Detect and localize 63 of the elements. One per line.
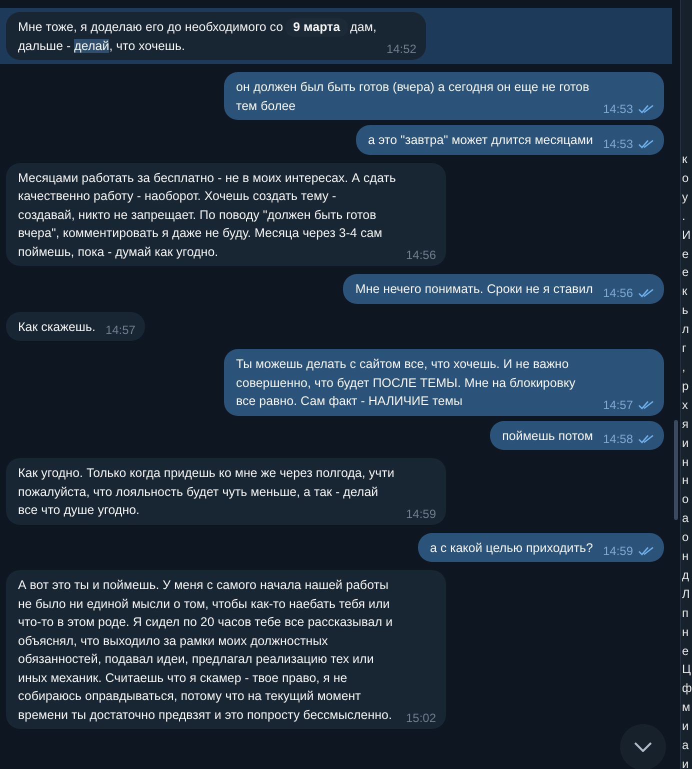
side-panel-text: ь xyxy=(681,302,690,320)
side-panel-text: и xyxy=(681,756,690,769)
side-panel-text: а xyxy=(681,510,690,528)
side-panel-text: р xyxy=(681,378,690,395)
side-panel-text: у xyxy=(681,188,689,206)
selected-message-row[interactable]: Мне тоже, я доделаю его до необходимого со 9 марта дам, дальше - делай, что хочешь. 14:52 xyxy=(0,8,672,64)
message-text: Ты можешь делать с сайтом все, что хочешь. И не важно совершенно, что будет ПОСЛЕ ТЕМЫ. Мне на блокировку все равно. Сам факт - НАЛИЧИЕ темы xyxy=(236,356,576,410)
chevron-down-icon xyxy=(634,742,652,752)
message-time: 14:56 xyxy=(602,284,633,300)
side-panel-text: о xyxy=(681,170,690,187)
message-time: 14:57 xyxy=(602,396,633,412)
message-time: 14:56 xyxy=(406,247,436,263)
message-text: Как угодно. Только когда придешь ко мне же через полгода, учти пожалуйста, что лояльность будет чуть меньше, а так - делай все что душе угодно. xyxy=(18,465,396,519)
message-time: 14:53 xyxy=(602,136,633,152)
message-time: 14:59 xyxy=(602,543,633,559)
message-text: а с какой целью приходить? xyxy=(430,540,593,557)
side-panel-text: п xyxy=(681,604,690,622)
side-panel-text: И xyxy=(681,226,692,244)
side-panel-text: н xyxy=(681,624,690,641)
side-panel-text: и xyxy=(681,718,690,736)
message-time: 14:52 xyxy=(386,41,416,57)
message-text: дальше - xyxy=(18,38,72,52)
side-panel-text: я xyxy=(681,416,690,433)
message-text: Мне нечего понимать. Сроки не я ставил xyxy=(355,281,593,298)
side-panel-text: а xyxy=(681,737,690,754)
side-panel-text: н xyxy=(681,548,690,566)
side-panel-text: х xyxy=(681,396,689,414)
side-panel-text: е xyxy=(681,246,690,263)
message-time: 14:59 xyxy=(406,506,436,522)
message-text: дам, xyxy=(350,20,376,34)
side-panel-text: е xyxy=(681,264,690,282)
side-panel-text: к xyxy=(681,151,688,168)
message-text: Месяцами работать за бесплатно - не в моих интересах. А сдать качественно работу - наоборот. Хочешь создать тему - создавай, никто не запрещает. По поводу "должен быть готов вчера", комментировать я даже не буду. Месяца через 3-4 сам поймешь, пока - думай как угодно. xyxy=(18,170,396,261)
side-panel-text: к xyxy=(681,283,688,300)
side-panel-text: ф xyxy=(681,680,692,698)
side-panel-text: о xyxy=(681,529,690,546)
message-text: Как скажешь. xyxy=(18,318,96,336)
message-text: а это "завтра" может длится месяцами xyxy=(368,132,593,149)
search-highlight: делай xyxy=(74,38,110,52)
message-text: поймешь потом xyxy=(502,428,593,444)
scrollbar-thumb[interactable] xyxy=(674,420,678,520)
message-time: 14:58 xyxy=(602,431,633,447)
side-panel-text: Ц xyxy=(681,661,692,678)
side-panel-text: и xyxy=(681,434,690,452)
side-panel-text: . xyxy=(681,208,686,225)
message-time: 15:02 xyxy=(406,710,436,726)
date-badge: 9 марта xyxy=(285,18,348,36)
side-panel-text: н xyxy=(681,472,690,490)
message-text: он должен был быть готов (вчера) а сегодня он еще не готов тем более xyxy=(236,79,590,114)
message-text: Мне тоже, я доделаю его до необходимого со xyxy=(18,20,284,34)
message-time: 14:53 xyxy=(602,101,633,117)
side-panel-text: н xyxy=(681,454,690,470)
side-panel-text: м xyxy=(681,699,692,716)
side-panel-text: о xyxy=(681,491,690,508)
message-text: , что хочешь. xyxy=(109,38,185,52)
side-panel-text: г xyxy=(681,340,688,358)
side-panel-text: д xyxy=(681,566,690,584)
message-text: А вот это ты и поймешь. У меня с самого начала нашей работы не было ни единой мысли о том, чтобы как-то наебать тебя или что-то в этом роде. Я сидел по 20 часов тебе все рассказывал и объяснял, что выходило за рамки моих должностных обязанностей, подавал идеи, предлагал реализацию тех или иных механик. Считаешь что я скамер - твое право, я не собираюсь оправдываться, потому что на текущий момент времени ты достаточно предвзят и это попросту бессмысленно. xyxy=(18,577,394,724)
side-panel-text: л xyxy=(681,321,690,338)
side-panel-text: Л xyxy=(681,586,691,603)
side-panel-text: , xyxy=(681,358,686,376)
side-panel-text: е xyxy=(681,642,690,660)
message-time: 14:57 xyxy=(105,322,136,338)
